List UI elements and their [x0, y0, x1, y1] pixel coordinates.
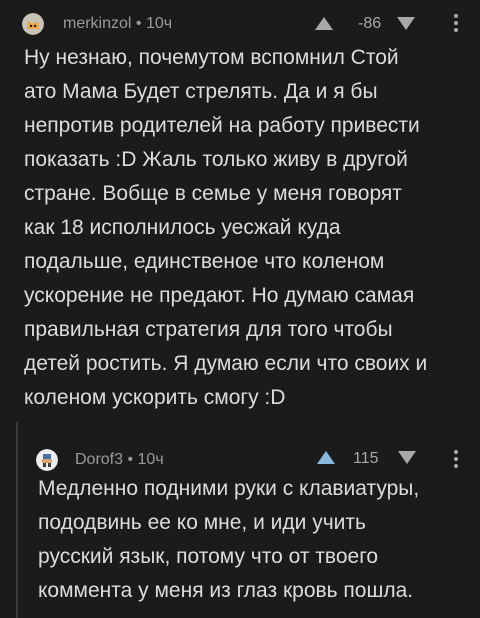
comment-time: 10ч: [145, 15, 173, 32]
comment-header: merkinzol • 10ч -86: [0, 0, 480, 40]
comment-text-line: ато Мама Будет стрелять. Да и я бы: [24, 80, 378, 103]
separator: •: [131, 15, 146, 32]
comment-time: 10ч: [137, 451, 164, 468]
cat-face-avatar[interactable]: [22, 13, 44, 35]
separator: •: [123, 451, 138, 468]
comment-text-line: ускорение не предают. Но думаю самая: [24, 284, 415, 307]
username[interactable]: merkinzol: [63, 15, 131, 32]
upvote-icon[interactable]: [317, 451, 335, 464]
comment-rating: 115: [353, 450, 379, 467]
comment-header: Dorof3 • 10ч 115: [0, 422, 480, 471]
upvote-icon[interactable]: [315, 17, 333, 30]
comment-text-line: стране. Вобще в семье у меня говорят: [24, 182, 402, 205]
comment-text-line: детей ростить. Я думаю если что своих и: [24, 352, 428, 375]
more-options-icon[interactable]: [454, 14, 458, 35]
comment-text: Ну незнаю, почемутом вспомнил Стой ато М…: [24, 41, 427, 415]
comment-text-line: русский язык, потому что от твоего: [38, 545, 379, 568]
comment-text-line: правильная стратегия для того чтобы: [24, 318, 393, 341]
comment-author[interactable]: merkinzol • 10ч: [63, 15, 172, 33]
comment: merkinzol • 10ч -86 Ну незнаю, почемутом…: [0, 0, 480, 409]
comment-rating: -86: [358, 15, 382, 32]
username[interactable]: Dorof3: [75, 451, 123, 468]
comment-text-line: как 18 исполнилось уесжай куда: [24, 216, 341, 239]
comment-text-line: пододвинь ее ко мне, и иди учить: [38, 511, 366, 534]
comment-text-line: показать :D Жаль только живу в другой: [24, 148, 408, 171]
comment-text-line: коленом ускорить смогу :D: [24, 386, 286, 409]
comment-text-line: Медленно подними руки с клавиатуры,: [38, 477, 420, 500]
comment-author[interactable]: Dorof3 • 10ч: [75, 451, 164, 469]
downvote-icon[interactable]: [398, 451, 416, 464]
comment-text-line: Ну незнаю, почемутом вспомнил Стой: [24, 46, 399, 69]
comment-text-line: коммента у меня из глаз кровь пошла.: [38, 579, 414, 602]
reply-comment: Dorof3 • 10ч 115 Медленно подними руки с…: [0, 422, 480, 602]
comment-text-line: непротив родителей на работу привести: [24, 114, 420, 137]
downvote-icon[interactable]: [397, 17, 415, 30]
comment-text-line: подальше, единственое что коленом: [24, 250, 385, 273]
pixel-character-avatar[interactable]: [36, 449, 58, 471]
comment-text: Медленно подними руки с клавиатуры, подо…: [38, 472, 419, 608]
more-options-icon[interactable]: [454, 450, 458, 471]
